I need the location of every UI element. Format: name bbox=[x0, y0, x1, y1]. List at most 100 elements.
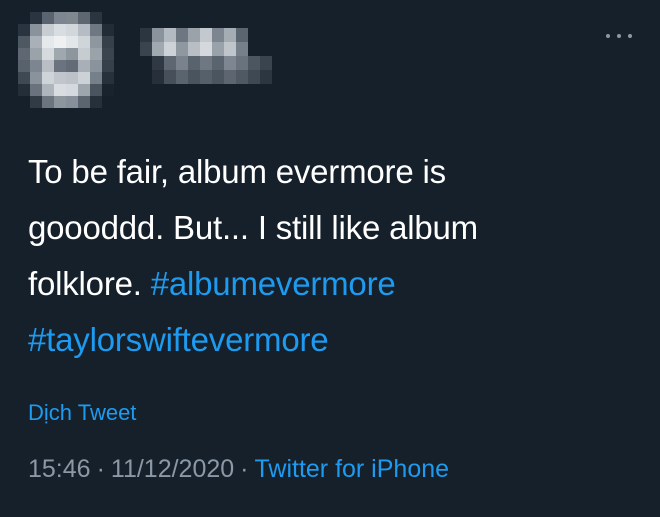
avatar-pixel bbox=[18, 60, 30, 72]
avatar-pixel bbox=[66, 24, 78, 36]
name-pixel bbox=[188, 56, 200, 70]
avatar-pixel bbox=[54, 36, 66, 48]
tweet-text-line-2: goooddd. But... I still like album bbox=[28, 209, 478, 246]
avatar-pixel bbox=[30, 84, 42, 96]
name-pixel bbox=[176, 42, 188, 56]
avatar-pixel bbox=[66, 36, 78, 48]
avatar-pixel bbox=[102, 60, 114, 72]
name-pixel bbox=[188, 28, 200, 42]
avatar-pixel bbox=[78, 48, 90, 60]
more-dot bbox=[628, 34, 632, 38]
name-pixel bbox=[188, 70, 200, 84]
avatar-pixel bbox=[66, 12, 78, 24]
more-options-icon[interactable] bbox=[606, 26, 632, 46]
avatar-pixel bbox=[30, 96, 42, 108]
avatar-pixel bbox=[18, 12, 30, 24]
avatar-pixel bbox=[90, 84, 102, 96]
avatar-pixel bbox=[90, 72, 102, 84]
avatar-pixel bbox=[78, 72, 90, 84]
name-pixel bbox=[200, 70, 212, 84]
hashtag-link[interactable]: #albumevermore bbox=[151, 265, 396, 302]
tweet-text-line-3: folklore. #albumevermore bbox=[28, 256, 628, 312]
name-pixel bbox=[164, 70, 176, 84]
avatar-pixel bbox=[78, 24, 90, 36]
avatar-pixel bbox=[30, 72, 42, 84]
avatar-pixel bbox=[102, 24, 114, 36]
name-pixel bbox=[248, 42, 260, 56]
avatar-pixel bbox=[30, 48, 42, 60]
name-pixel bbox=[212, 56, 224, 70]
name-pixel bbox=[128, 42, 140, 56]
name-pixel bbox=[176, 28, 188, 42]
more-dot bbox=[606, 34, 610, 38]
name-pixel bbox=[128, 70, 140, 84]
name-pixel bbox=[128, 28, 140, 42]
user-name-pixelated[interactable] bbox=[128, 28, 272, 84]
name-pixel bbox=[140, 42, 152, 56]
tweet-text: To be fair, album evermore is goooddd. B… bbox=[28, 144, 628, 368]
avatar-pixel bbox=[78, 12, 90, 24]
name-pixel bbox=[200, 56, 212, 70]
avatar-pixel bbox=[78, 60, 90, 72]
name-pixel bbox=[176, 56, 188, 70]
name-pixel bbox=[140, 28, 152, 42]
name-pixel bbox=[140, 56, 152, 70]
avatar-pixel bbox=[42, 72, 54, 84]
avatar-pixel bbox=[18, 96, 30, 108]
name-pixel bbox=[128, 56, 140, 70]
avatar[interactable] bbox=[18, 12, 114, 108]
name-pixel bbox=[200, 28, 212, 42]
avatar-pixel bbox=[18, 24, 30, 36]
avatar-pixel bbox=[30, 36, 42, 48]
avatar-pixel bbox=[78, 84, 90, 96]
avatar-pixel bbox=[102, 48, 114, 60]
tweet-metadata: 15:46 · 11/12/2020 · Twitter for iPhone bbox=[28, 455, 449, 484]
avatar-pixel bbox=[90, 24, 102, 36]
more-dot bbox=[617, 34, 621, 38]
avatar-pixel bbox=[18, 72, 30, 84]
avatar-pixel bbox=[78, 36, 90, 48]
name-pixel bbox=[152, 70, 164, 84]
avatar-pixel bbox=[54, 24, 66, 36]
avatar-pixel bbox=[30, 12, 42, 24]
avatar-pixel bbox=[78, 96, 90, 108]
avatar-pixel bbox=[66, 60, 78, 72]
name-pixel bbox=[260, 56, 272, 70]
avatar-pixel bbox=[54, 72, 66, 84]
avatar-pixel bbox=[18, 84, 30, 96]
avatar-pixel bbox=[42, 60, 54, 72]
name-pixel bbox=[248, 56, 260, 70]
avatar-pixel bbox=[90, 60, 102, 72]
avatar-pixel bbox=[42, 96, 54, 108]
name-pixel bbox=[176, 70, 188, 84]
avatar-pixel bbox=[54, 96, 66, 108]
hashtag-link[interactable]: #taylorswiftevermore bbox=[28, 321, 329, 358]
name-pixel bbox=[212, 70, 224, 84]
avatar-pixel bbox=[30, 60, 42, 72]
name-pixel bbox=[260, 70, 272, 84]
translate-tweet-link[interactable]: Dịch Tweet bbox=[28, 400, 136, 426]
tweet-source-link[interactable]: Twitter for iPhone bbox=[255, 455, 450, 483]
name-pixel bbox=[236, 56, 248, 70]
avatar-pixel bbox=[54, 84, 66, 96]
name-pixel bbox=[236, 70, 248, 84]
avatar-pixel bbox=[42, 36, 54, 48]
name-pixel bbox=[248, 70, 260, 84]
name-pixel bbox=[224, 56, 236, 70]
meta-separator: · bbox=[240, 455, 249, 483]
avatar-pixel bbox=[18, 36, 30, 48]
name-pixel bbox=[152, 42, 164, 56]
avatar-pixel bbox=[30, 24, 42, 36]
name-pixel bbox=[224, 42, 236, 56]
tweet-text-line-1: To be fair, album evermore is bbox=[28, 153, 446, 190]
meta-separator: · bbox=[96, 455, 105, 483]
tweet-date[interactable]: 11/12/2020 bbox=[111, 455, 234, 483]
avatar-pixel bbox=[66, 48, 78, 60]
name-pixel bbox=[224, 28, 236, 42]
avatar-pixel bbox=[42, 24, 54, 36]
avatar-pixel bbox=[90, 96, 102, 108]
name-pixel bbox=[188, 42, 200, 56]
name-pixel bbox=[236, 28, 248, 42]
tweet-time[interactable]: 15:46 bbox=[28, 455, 91, 483]
name-pixel bbox=[152, 56, 164, 70]
